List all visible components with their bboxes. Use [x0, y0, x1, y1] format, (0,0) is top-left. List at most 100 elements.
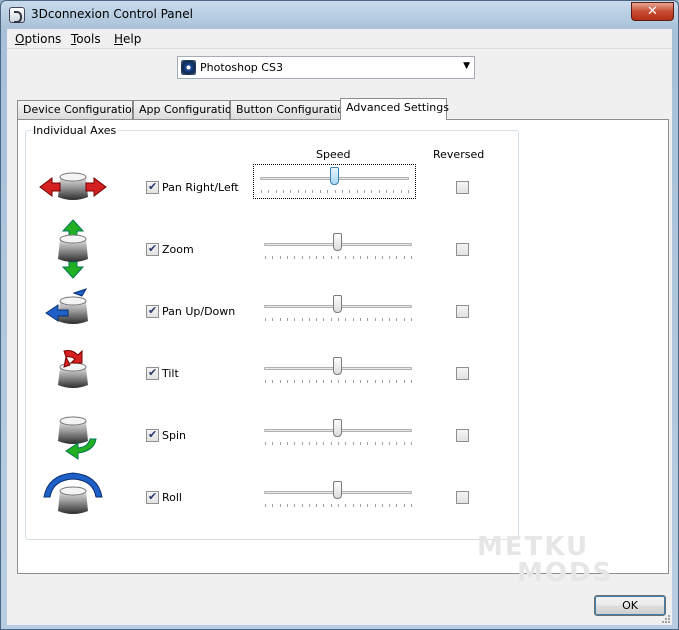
slider-thumb[interactable]: [333, 295, 342, 313]
slider-tick: [403, 380, 405, 383]
slider-tick: [411, 504, 412, 507]
speed-slider[interactable]: [258, 417, 418, 449]
speed-slider[interactable]: [258, 479, 418, 511]
tab-device-configuration[interactable]: Device Configuration: [17, 100, 139, 119]
tab-advanced-settings[interactable]: Advanced Settings: [340, 98, 449, 120]
slider-tick: [381, 318, 383, 321]
slider-tick: [381, 504, 383, 507]
ok-button[interactable]: OK: [594, 595, 666, 616]
axis-enable-checkbox[interactable]: [146, 490, 159, 504]
slider-thumb[interactable]: [333, 419, 342, 437]
slider-tick: [308, 256, 310, 259]
slider-tick: [305, 190, 307, 193]
axis-label: Spin: [162, 429, 186, 442]
slider-tick: [359, 442, 361, 445]
tab-app-configuration[interactable]: App Configuration: [133, 100, 239, 119]
slider-tick: [265, 318, 266, 321]
slider-tick: [338, 318, 339, 321]
slider-tick: [352, 256, 354, 259]
slider-ticks: [265, 442, 412, 446]
slider-tick: [272, 504, 274, 507]
axis-enable-checkbox[interactable]: [146, 428, 159, 442]
slider-tick: [301, 256, 303, 259]
slider-tick: [330, 318, 332, 321]
slider-thumb[interactable]: [329, 167, 339, 185]
slider-tick: [363, 190, 365, 193]
watermark-logo: METKU MODS: [477, 532, 614, 588]
slider-tick: [294, 380, 296, 383]
resize-grip-icon[interactable]: [660, 613, 670, 623]
advanced-settings-panel: Individual Axes Speed Reversed Pan Right…: [17, 119, 669, 574]
slider-tick: [279, 256, 281, 259]
slider-tick: [411, 256, 412, 259]
slider-tick: [283, 190, 285, 193]
slider-tick: [341, 190, 343, 193]
slider-tick: [319, 190, 321, 193]
slider-tick: [396, 318, 398, 321]
slider-tick: [367, 442, 369, 445]
axis-enable-checkbox[interactable]: [146, 304, 159, 318]
slider-tick: [338, 442, 339, 445]
slider-tick: [374, 442, 376, 445]
speed-slider[interactable]: [253, 164, 416, 199]
reversed-checkbox[interactable]: [456, 305, 469, 318]
axis-enable-checkbox[interactable]: [146, 242, 159, 256]
tab-button-configuration[interactable]: Button Configuration: [230, 100, 351, 119]
slider-tick: [308, 442, 310, 445]
slider-tick: [408, 190, 409, 193]
slider-tick: [294, 504, 296, 507]
slider-tick: [396, 256, 398, 259]
speed-slider[interactable]: [258, 231, 418, 263]
slider-tick: [316, 256, 318, 259]
tilt-icon: [58, 349, 88, 388]
spin-icon: [58, 416, 97, 460]
slider-tick: [403, 318, 405, 321]
slider-tick: [389, 318, 391, 321]
slider-tick: [330, 380, 332, 383]
slider-tick: [308, 318, 310, 321]
slider-tick: [403, 504, 405, 507]
reversed-checkbox[interactable]: [456, 367, 469, 380]
speed-slider[interactable]: [258, 355, 418, 387]
close-button[interactable]: ✕: [631, 2, 674, 21]
reversed-checkbox[interactable]: [456, 491, 469, 504]
slider-tick: [279, 318, 281, 321]
slider-tick: [359, 504, 361, 507]
slider-tick: [334, 190, 336, 193]
axis-enable-checkbox[interactable]: [146, 366, 159, 380]
slider-tick: [411, 318, 412, 321]
menu-tools[interactable]: Tools: [71, 32, 101, 46]
speed-slider[interactable]: [258, 293, 418, 325]
reversed-checkbox[interactable]: [456, 243, 469, 256]
slider-thumb[interactable]: [333, 481, 342, 499]
slider-tick: [286, 442, 288, 445]
slider-tick: [290, 190, 292, 193]
title-bar[interactable]: 3Dconnexion Control Panel ✕: [1, 1, 678, 29]
application-dropdown[interactable]: Photoshop CS3 ▼: [177, 56, 475, 79]
axis-enable-checkbox[interactable]: [146, 180, 159, 194]
slider-tick: [312, 190, 314, 193]
reversed-checkbox[interactable]: [456, 429, 469, 442]
pan-up-down-icon: [45, 288, 88, 324]
slider-tick: [316, 380, 318, 383]
slider-tick: [389, 256, 391, 259]
slider-thumb[interactable]: [333, 233, 342, 251]
slider-tick: [323, 504, 325, 507]
slider-tick: [323, 318, 325, 321]
menu-help[interactable]: Help: [114, 32, 141, 46]
reversed-checkbox[interactable]: [456, 181, 469, 194]
axis-row-tilt: Tilt: [26, 343, 520, 403]
slider-tick: [301, 442, 303, 445]
slider-thumb[interactable]: [333, 357, 342, 375]
menu-options[interactable]: Options: [15, 32, 61, 46]
axis-label: Pan Up/Down: [162, 305, 236, 318]
slider-tick: [301, 504, 303, 507]
slider-tick: [279, 380, 281, 383]
slider-ticks: [265, 380, 412, 384]
dropdown-arrow-icon[interactable]: ▼: [463, 61, 470, 71]
slider-tick: [301, 380, 303, 383]
slider-tick: [385, 190, 387, 193]
slider-tick: [393, 190, 395, 193]
slider-tick: [323, 256, 325, 259]
slider-tick: [349, 190, 351, 193]
